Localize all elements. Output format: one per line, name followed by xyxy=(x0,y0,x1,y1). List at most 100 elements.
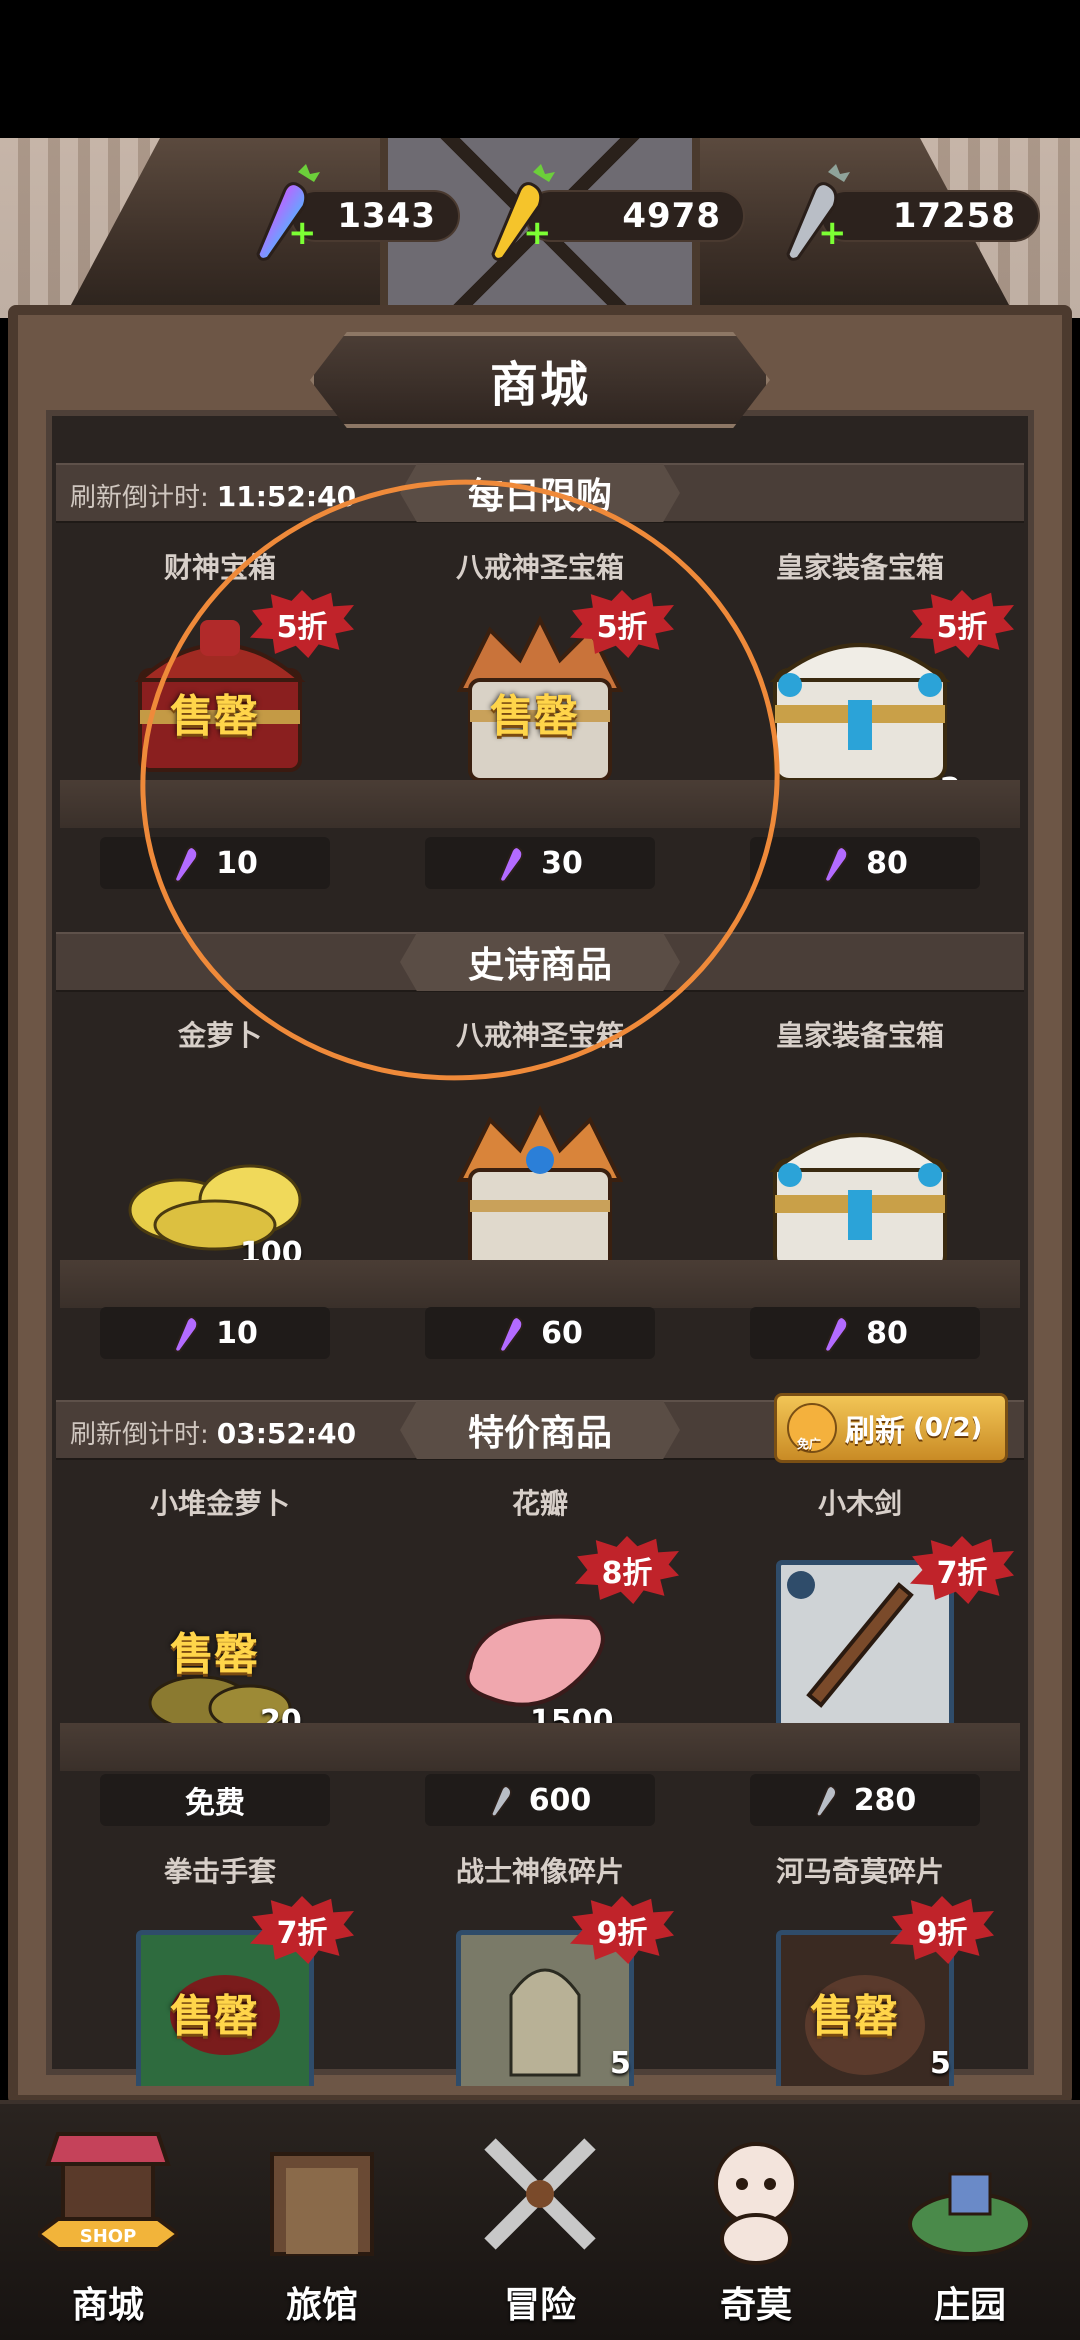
price-value: 600 xyxy=(528,1782,592,1818)
nav-chimo-label: 奇莫 xyxy=(719,2285,792,2326)
rainbow-carrot-icon xyxy=(499,845,524,883)
special-item-2[interactable]: 花瓣 8折 1500 600 xyxy=(380,1478,700,1838)
nav-inn-label: 旅馆 xyxy=(285,2285,358,2326)
bajie-chest-icon xyxy=(456,1105,624,1272)
currency-silver[interactable]: + 17258 xyxy=(786,164,1040,261)
warrior-statue-icon xyxy=(509,1968,581,2077)
daily-item-2[interactable]: 八戒神圣宝箱 5折 售罄 30 xyxy=(380,540,700,900)
price-pill[interactable]: 10 xyxy=(100,1307,330,1359)
price-value: 80 xyxy=(866,1315,908,1351)
sword-card xyxy=(776,1560,954,1738)
rainbow-carrot-icon xyxy=(174,1315,199,1353)
item-name: 花瓣 xyxy=(511,1487,568,1520)
rainbow-carrot-icon xyxy=(499,1315,524,1353)
price-pill[interactable]: 10 xyxy=(100,837,330,889)
add-gold-icon[interactable]: + xyxy=(523,216,552,250)
item-name: 财神宝箱 xyxy=(163,551,276,584)
daily-item-1[interactable]: 财神宝箱 5折 售罄 10 xyxy=(60,540,380,900)
shelf-plank xyxy=(380,1723,700,1771)
shelf-plank xyxy=(700,780,1020,828)
rainbow-carrot-icon xyxy=(174,845,199,883)
daily-timer-label: 刷新倒计时: xyxy=(70,483,209,513)
price-value: 80 xyxy=(866,845,908,881)
royal-chest-icon xyxy=(769,1133,951,1272)
item-name: 小木剑 xyxy=(817,1487,902,1520)
special-section-title: 特价商品 xyxy=(400,1401,680,1459)
price-pill[interactable]: 免费 xyxy=(100,1774,330,1826)
silver-carrot-icon xyxy=(490,1785,512,1818)
shelf-plank xyxy=(700,1723,1020,1771)
special-item-3[interactable]: 小木剑 7折 280 xyxy=(700,1478,1020,1838)
shelf-plank xyxy=(380,780,700,828)
price-value: 10 xyxy=(216,1315,258,1351)
bottom-nav: SHOP 商城 旅馆 冒险 奇莫 庄园 xyxy=(0,2100,1080,2340)
epic-item-3[interactable]: 皇家装备宝箱 80 xyxy=(700,1010,1020,1370)
daily-item-3[interactable]: 皇家装备宝箱 5折 2 80 xyxy=(700,540,1020,900)
ad-free-label: 免广 xyxy=(797,1437,822,1451)
add-silver-icon[interactable]: + xyxy=(818,216,847,250)
currency-gold-value: 4978 xyxy=(622,196,721,236)
item-name: 八戒神圣宝箱 xyxy=(455,551,624,584)
nav-adventure-label: 冒险 xyxy=(503,2285,576,2326)
shelf-plank xyxy=(60,1260,380,1308)
item-name: 金萝卜 xyxy=(177,1019,262,1052)
shelf-plank xyxy=(60,1723,380,1771)
rainbow-carrot-icon xyxy=(824,1315,849,1353)
soldout-label: 售罄 xyxy=(170,1991,258,2042)
nav-shop-label: 商城 xyxy=(71,2285,144,2326)
quantity-label: 5 xyxy=(930,2046,951,2081)
item-name: 八戒神圣宝箱 xyxy=(455,1019,624,1052)
add-rainbow-icon[interactable]: + xyxy=(288,216,317,250)
soldout-label: 售罄 xyxy=(810,1991,898,2042)
quantity-label: 5 xyxy=(610,2046,631,2081)
price-pill[interactable]: 280 xyxy=(750,1774,980,1826)
refresh-count: (0/2) xyxy=(913,1413,983,1443)
special-row: 小堆金萝卜 售罄 20 免费 花瓣 8折 1500 600 小木剑 7折 280 xyxy=(60,1478,1020,1838)
shop-title-plaque: 商城 xyxy=(310,332,770,428)
special-item-6[interactable]: 河马奇莫碎片 9折 售罄 5 xyxy=(710,1846,1010,2086)
chimo-character-icon xyxy=(714,2142,798,2265)
price-pill[interactable]: 80 xyxy=(750,1307,980,1359)
price-pill[interactable]: 600 xyxy=(425,1774,655,1826)
item-name: 河马奇莫碎片 xyxy=(775,1855,944,1888)
special-timer-value: 03:52:40 xyxy=(216,1417,357,1450)
epic-item-2[interactable]: 八戒神圣宝箱 60 xyxy=(380,1010,700,1370)
special-row-2: 拳击手套 7折 售罄 战士神像碎片 9折 5 河马奇莫碎片 9折 售罄 5 xyxy=(70,1846,1010,2086)
nav-inn[interactable]: 旅馆 xyxy=(222,2124,422,2334)
nav-manor-label: 庄园 xyxy=(933,2285,1006,2326)
item-name: 战士神像碎片 xyxy=(455,1855,624,1888)
special-timer-label: 刷新倒计时: xyxy=(70,1420,209,1450)
price-value: 280 xyxy=(853,1782,917,1818)
soldout-label: 售罄 xyxy=(170,1629,258,1680)
item-name: 皇家装备宝箱 xyxy=(775,1019,944,1052)
nav-shop[interactable]: SHOP 商城 xyxy=(8,2124,208,2334)
nav-manor[interactable]: 庄园 xyxy=(870,2124,1070,2334)
status-bar xyxy=(0,0,1080,138)
item-name: 小堆金萝卜 xyxy=(149,1487,290,1520)
special-item-5[interactable]: 战士神像碎片 9折 5 xyxy=(390,1846,690,2086)
epic-item-1[interactable]: 金萝卜 100 10 xyxy=(60,1010,380,1370)
nav-chimo[interactable]: 奇莫 xyxy=(656,2124,856,2334)
inn-gate-icon xyxy=(270,2152,374,2256)
price-pill[interactable]: 60 xyxy=(425,1307,655,1359)
shop-badge-text: SHOP xyxy=(80,2226,137,2247)
price-value: 10 xyxy=(216,845,258,881)
shelf-plank xyxy=(700,1260,1020,1308)
currency-gold[interactable]: + 4978 xyxy=(491,164,745,261)
daily-row: 财神宝箱 5折 售罄 10 八戒神圣宝箱 5折 售罄 30 皇家装备宝箱 5折 … xyxy=(60,540,1020,900)
price-pill[interactable]: 30 xyxy=(425,837,655,889)
crossed-swords-icon xyxy=(484,2138,596,2250)
soldout-label: 售罄 xyxy=(490,691,578,742)
refresh-button[interactable]: 免广 刷新 (0/2) xyxy=(774,1393,1008,1463)
nav-adventure[interactable]: 冒险 xyxy=(440,2124,640,2334)
price-pill[interactable]: 80 xyxy=(750,837,980,889)
special-item-4[interactable]: 拳击手套 7折 售罄 xyxy=(70,1846,370,2086)
shop-stall-icon: SHOP xyxy=(38,2132,178,2251)
manor-island-icon xyxy=(908,2172,1032,2256)
item-name: 拳击手套 xyxy=(163,1855,276,1888)
left-curtain xyxy=(0,138,160,318)
special-item-1[interactable]: 小堆金萝卜 售罄 20 免费 xyxy=(60,1478,380,1838)
daily-section-title: 每日限购 xyxy=(400,464,680,522)
price-value: 60 xyxy=(541,1315,583,1351)
currency-rainbow[interactable]: + 1343 xyxy=(256,164,460,261)
